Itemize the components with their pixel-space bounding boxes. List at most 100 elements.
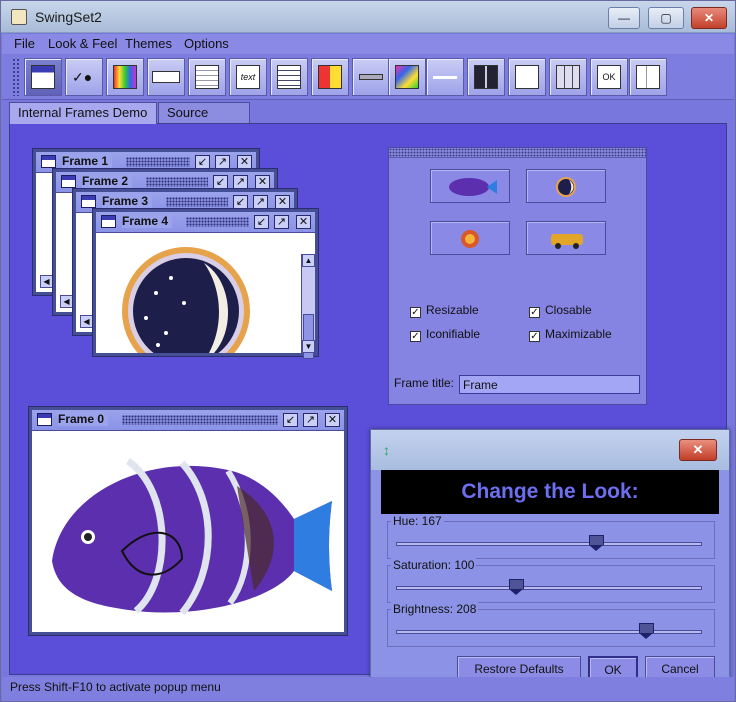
- brightness-label: Brightness: 208: [391, 602, 479, 616]
- maximizable-checkbox[interactable]: ✓ Maximizable: [529, 327, 612, 342]
- create-cab-frame-button[interactable]: [526, 221, 606, 255]
- table-icon[interactable]: [549, 58, 587, 96]
- brightness-slider-thumb[interactable]: [638, 623, 654, 639]
- maximize-icon[interactable]: ↗: [253, 195, 268, 209]
- tree-icon[interactable]: [629, 58, 667, 96]
- java-app-icon: [11, 9, 27, 25]
- frame-4-titlebar[interactable]: Frame 4 ↙ ↗ ✕: [96, 212, 315, 233]
- close-button[interactable]: ✕: [691, 7, 727, 29]
- saturation-slider-thumb[interactable]: [509, 579, 524, 595]
- frame-4-body: ▲ ▼: [96, 233, 315, 359]
- iconify-icon[interactable]: ↙: [195, 155, 210, 169]
- hue-slider-thumb[interactable]: [589, 535, 605, 551]
- color-chooser-icon[interactable]: [106, 58, 144, 96]
- saturation-label: Saturation: 100: [391, 558, 477, 572]
- frame-0-titlebar[interactable]: Frame 0 ↙ ↗ ✕: [32, 410, 344, 431]
- titlebar-grip: [126, 157, 190, 167]
- dialog-close-button[interactable]: ✕: [679, 439, 717, 461]
- close-icon[interactable]: ✕: [275, 195, 290, 209]
- option-pane-icon[interactable]: [311, 58, 349, 96]
- frame-icon: [81, 195, 96, 208]
- menu-options[interactable]: Options: [184, 36, 229, 51]
- maximize-icon[interactable]: ↗: [215, 155, 230, 169]
- vertical-scrollbar[interactable]: ▲ ▼: [301, 254, 315, 359]
- saturation-slider[interactable]: [396, 586, 702, 590]
- progress-bar-icon[interactable]: [352, 58, 390, 96]
- close-icon[interactable]: ✕: [237, 155, 252, 169]
- change-look-banner: Change the Look:: [381, 470, 719, 514]
- scroll-down-icon[interactable]: ▼: [302, 340, 315, 353]
- scroll-pane-icon[interactable]: [388, 58, 426, 96]
- menu-look-and-feel[interactable]: Look & Feel: [48, 36, 117, 51]
- iconifiable-label: Iconifiable: [426, 327, 481, 341]
- maximize-icon[interactable]: ↗: [303, 413, 318, 427]
- cab-thumbnail-icon: [551, 234, 583, 249]
- resizable-checkbox[interactable]: ✓ Resizable: [410, 303, 479, 318]
- titlebar-grip: [122, 415, 278, 425]
- moon-image: [122, 247, 250, 353]
- close-icon[interactable]: ✕: [255, 175, 270, 189]
- editor-pane-icon[interactable]: text: [229, 58, 267, 96]
- list-icon[interactable]: [270, 58, 308, 96]
- iconify-icon[interactable]: ↙: [233, 195, 248, 209]
- moon-thumbnail-icon: [556, 177, 576, 197]
- scroll-left-icon[interactable]: ◀: [40, 275, 53, 288]
- scroll-left-icon[interactable]: ◀: [80, 315, 93, 328]
- tab-internal-frames-demo[interactable]: Internal Frames Demo: [9, 102, 157, 124]
- menu-themes[interactable]: Themes: [125, 36, 172, 51]
- create-fish-frame-button[interactable]: [430, 169, 510, 203]
- swingset-window: SwingSet2 — ▢ ✕ File Look & Feel Themes …: [0, 0, 736, 702]
- frame-1-title: Frame 1: [62, 154, 113, 168]
- hue-group: Hue: 167: [387, 514, 715, 559]
- buttons-icon[interactable]: ✓●: [65, 58, 103, 96]
- maximize-icon[interactable]: ↗: [274, 215, 289, 229]
- frame-icon: [101, 215, 116, 228]
- resizable-label: Resizable: [426, 303, 479, 317]
- close-icon[interactable]: ✕: [325, 413, 340, 427]
- iconify-icon[interactable]: ↙: [283, 413, 298, 427]
- demo-toolbar: ✓● text OK: [2, 54, 734, 100]
- iconify-icon[interactable]: ↙: [213, 175, 228, 189]
- dialog-title-bar[interactable]: ↕ ✕: [371, 430, 729, 470]
- maximize-icon[interactable]: ↗: [233, 175, 248, 189]
- file-chooser-icon[interactable]: [188, 58, 226, 96]
- slider-icon[interactable]: [426, 58, 464, 96]
- create-moon-frame-button[interactable]: [526, 169, 606, 203]
- scroll-up-icon[interactable]: ▲: [302, 254, 315, 267]
- tab-source-code[interactable]: Source Code: [158, 102, 250, 140]
- tabbed-pane-icon[interactable]: [508, 58, 546, 96]
- closable-checkbox[interactable]: ✓ Closable: [529, 303, 592, 318]
- change-look-dialog: ↕ ✕ Change the Look: Hue: 167 Saturation…: [370, 429, 730, 695]
- fish-image: [52, 458, 332, 616]
- close-icon[interactable]: ✕: [296, 215, 311, 229]
- tooltip-icon[interactable]: OK: [590, 58, 628, 96]
- scroll-left-icon[interactable]: ◀: [60, 295, 73, 308]
- split-pane-icon[interactable]: [467, 58, 505, 96]
- create-sun-frame-button[interactable]: [430, 221, 510, 255]
- internal-frame-4[interactable]: Frame 4 ↙ ↗ ✕ ▲ ▼: [93, 209, 318, 359]
- iconify-icon[interactable]: ↙: [254, 215, 269, 229]
- hue-slider[interactable]: [396, 542, 702, 546]
- combobox-icon[interactable]: [147, 58, 185, 96]
- hue-label: Hue: 167: [391, 514, 444, 528]
- internal-frames-icon[interactable]: [24, 58, 62, 96]
- menu-file[interactable]: File: [14, 36, 35, 51]
- maximize-button[interactable]: ▢: [648, 7, 684, 29]
- internal-frame-0[interactable]: Frame 0 ↙ ↗ ✕: [29, 407, 347, 635]
- frame-title-label: Frame title:: [394, 376, 455, 390]
- window-title: SwingSet2: [35, 9, 102, 25]
- iconifiable-checkbox[interactable]: ✓ Iconifiable: [410, 327, 480, 342]
- theme-icon: ↕: [383, 442, 390, 458]
- frame-icon: [37, 413, 52, 426]
- brightness-slider[interactable]: [396, 630, 702, 634]
- closable-label: Closable: [545, 303, 592, 317]
- title-bar[interactable]: SwingSet2 — ▢ ✕: [1, 1, 735, 33]
- frame-0-title: Frame 0: [58, 412, 109, 426]
- toolbar-grip[interactable]: [12, 58, 20, 96]
- palette-grip[interactable]: [389, 148, 646, 158]
- minimize-button[interactable]: —: [608, 7, 640, 29]
- frame-title-input[interactable]: [459, 375, 640, 394]
- check-icon: ✓: [529, 331, 540, 342]
- frame-0-body: [32, 431, 344, 632]
- frame-icon: [41, 155, 56, 168]
